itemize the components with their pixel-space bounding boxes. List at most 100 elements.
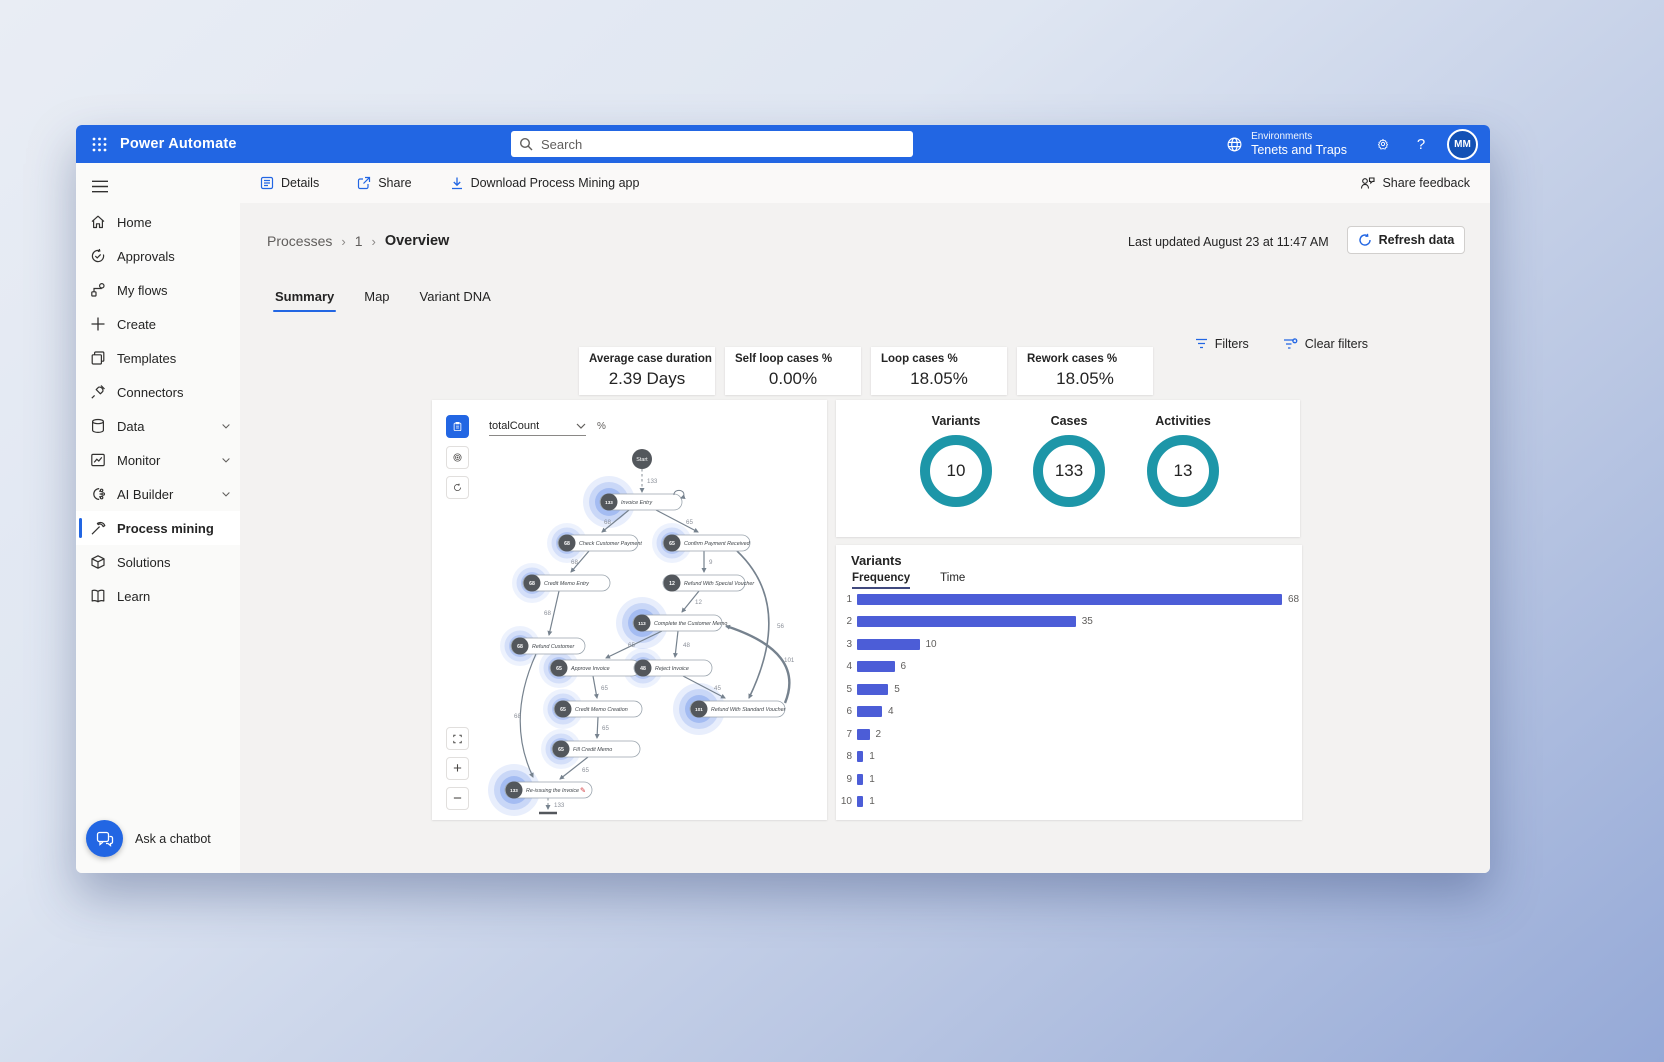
chevron-down-icon [220,454,232,466]
variant-bar[interactable] [857,684,888,695]
breadcrumb-item[interactable]: 1 [355,233,363,249]
sidebar-item-data[interactable]: Data [76,409,240,443]
map-node-refund-with-standard-voucher[interactable]: 101Refund With Standard Voucher [690,701,786,718]
sidebar-item-connectors[interactable]: Connectors [76,375,240,409]
map-edge-label: 12 [695,599,702,606]
sidebar-item-my-flows[interactable]: My flows [76,273,240,307]
chevron-down-icon [576,423,586,429]
fit-to-screen-icon[interactable] [446,727,469,750]
help-icon[interactable]: ? [1409,132,1433,156]
variant-row[interactable]: 46 [836,661,906,673]
map-metric-dropdown[interactable]: totalCount [489,417,586,436]
map-node-complete-the-customer-memo[interactable]: 113 Complete the Customer Memo [633,615,727,632]
variant-row[interactable]: 55 [836,683,900,695]
map-reset-icon[interactable] [446,476,469,499]
environment-picker[interactable]: Environments Tenets and Traps [1216,125,1357,165]
app-launcher-icon[interactable] [84,129,114,159]
chatbot-icon[interactable] [86,820,123,857]
sidebar-item-process-mining[interactable]: Process mining [76,511,240,545]
sidebar-item-home[interactable]: Home [76,205,240,239]
templates-icon [89,350,106,367]
variant-row[interactable]: 91 [836,773,875,785]
variant-row[interactable]: 168 [836,593,1299,605]
svg-text:65: 65 [558,747,564,753]
variant-bar[interactable] [857,594,1282,605]
filters-row: Filters Clear filters [1189,336,1374,352]
share-button[interactable]: Share [351,175,417,191]
zoom-in-button[interactable]: + [446,757,469,780]
kpi-label: Self loop cases % [735,353,851,365]
variant-row[interactable]: 310 [836,638,937,650]
map-focus-icon[interactable] [446,446,469,469]
map-node-fill-credit-memo[interactable]: 65Fill Credit Memo [552,741,640,758]
variant-row[interactable]: 72 [836,728,881,740]
variant-row[interactable]: 235 [836,616,1093,628]
variant-bar[interactable] [857,661,895,672]
tab-summary[interactable]: Summary [273,285,336,312]
metric-value: 13 [1174,461,1193,481]
svg-text:68: 68 [529,581,535,587]
variant-bar[interactable] [857,796,863,807]
map-node-start[interactable]: Start [632,449,652,469]
variants-title: Variants [851,553,902,568]
map-node-credit-memo-creation[interactable]: 65Credit Memo Creation [554,701,642,718]
variants-tab-time[interactable]: Time [940,572,965,589]
variant-row[interactable]: 81 [836,751,875,763]
avatar[interactable]: MM [1447,129,1478,160]
kpi-card: Self loop cases % 0.00% [725,347,861,395]
variant-row[interactable]: 101 [836,796,875,808]
variant-bar[interactable] [857,639,920,650]
variant-bar[interactable] [857,706,882,717]
map-edge [597,717,598,738]
map-layers-icon[interactable] [446,415,469,438]
clear-filters-button[interactable]: Clear filters [1277,336,1374,352]
sidebar-item-approvals[interactable]: Approvals [76,239,240,273]
map-node-credit-memo-entry[interactable]: 68Credit Memo Entry [523,575,610,592]
feedback-icon [1360,176,1375,190]
sidebar-item-ai-builder[interactable]: AI Builder [76,477,240,511]
tab-variant-dna[interactable]: Variant DNA [418,285,493,312]
map-node-re-issuing-the-invoice[interactable]: 133Re-issuing the Invoice✎ [505,782,592,799]
variant-index: 6 [836,706,852,717]
zoom-out-button[interactable]: − [446,787,469,810]
command-bar: Details Share Download Process Mining ap… [240,163,1490,204]
process-map[interactable]: 133686568912686548451016565686556133Star… [432,400,827,820]
top-bar: Power Automate Environments Tenets and T [76,125,1490,163]
map-node-confirm-payment-received[interactable]: 65Confirm Payment Received [663,535,751,552]
map-node-check-customer-payment[interactable]: 68Check Customer Payment [558,535,642,552]
variant-row[interactable]: 64 [836,706,894,718]
sidebar-item-solutions[interactable]: Solutions [76,545,240,579]
kpi-value: 0.00% [735,369,851,389]
search-box[interactable] [511,131,913,157]
sidebar-item-monitor[interactable]: Monitor [76,443,240,477]
tab-map[interactable]: Map [362,285,391,312]
breadcrumb-item[interactable]: Processes [267,233,332,249]
map-node-approve-invoice[interactable]: 65Approve Invoice [550,660,640,677]
hamburger-menu-icon[interactable] [86,173,114,199]
details-button[interactable]: Details [254,175,325,191]
variant-bar[interactable] [857,729,870,740]
sidebar-item-create[interactable]: Create [76,307,240,341]
map-node-refund-with-special-voucher[interactable]: 12Refund With Special Voucher [663,575,754,592]
filters-button[interactable]: Filters [1189,336,1255,352]
svg-text:Complete the Customer Memo: Complete the Customer Memo [654,621,727,627]
search-input[interactable] [539,136,905,153]
refresh-data-button[interactable]: Refresh data [1347,226,1465,254]
share-feedback-button[interactable]: Share feedback [1354,175,1476,191]
map-node-reject-invoice[interactable]: 48Reject Invoice [634,660,712,677]
variant-value: 6 [901,661,907,672]
variant-bar[interactable] [857,751,863,762]
download-app-button[interactable]: Download Process Mining app [444,175,646,191]
variant-bar[interactable] [857,774,863,785]
svg-text:Re-issuing the Invoice: Re-issuing the Invoice [526,788,579,794]
map-node-refund-customer[interactable]: 68Refund Customer [511,638,585,655]
svg-text:113: 113 [638,621,646,626]
map-edge-label: 133 [647,478,658,485]
data-icon [89,418,106,435]
variants-tab-frequency[interactable]: Frequency [852,572,910,589]
svg-text:Refund With Standard Voucher: Refund With Standard Voucher [711,707,786,713]
variant-bar[interactable] [857,616,1076,627]
sidebar-item-templates[interactable]: Templates [76,341,240,375]
settings-gear-icon[interactable] [1371,132,1395,156]
sidebar-item-learn[interactable]: Learn [76,579,240,613]
